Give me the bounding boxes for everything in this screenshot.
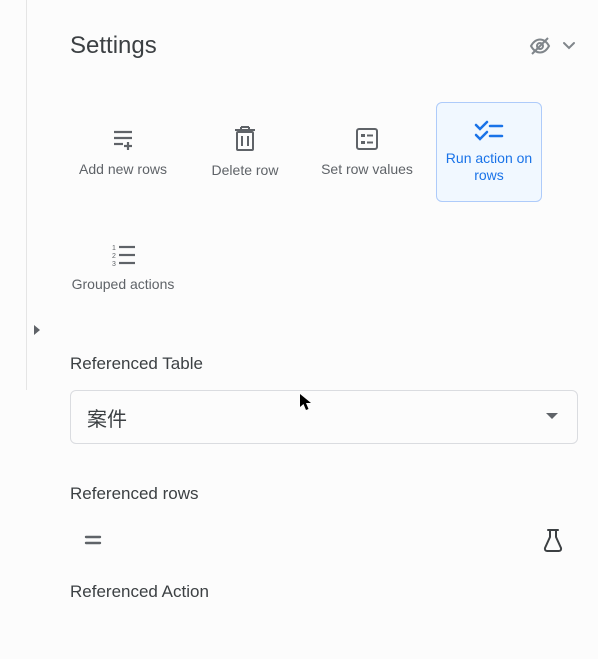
page-title: Settings: [70, 32, 157, 60]
tile-run-action-on-rows[interactable]: Run action on rows: [436, 102, 542, 202]
tile-grouped-actions[interactable]: 1 2 3 Grouped actions: [70, 218, 176, 318]
visibility-off-button[interactable]: [528, 34, 552, 58]
trash-icon: [232, 124, 258, 154]
form-icon: [353, 125, 381, 153]
svg-text:3: 3: [112, 261, 116, 268]
svg-text:2: 2: [112, 253, 116, 260]
action-type-tiles: Add new rows Delete row: [70, 102, 578, 318]
select-value: 案件: [87, 403, 127, 432]
svg-text:1: 1: [112, 245, 116, 252]
tile-label: Grouped actions: [72, 276, 175, 294]
tile-delete-row[interactable]: Delete row: [192, 102, 298, 202]
referenced-table-select[interactable]: 案件: [70, 390, 578, 444]
numbered-list-icon: 1 2 3: [109, 242, 137, 268]
referenced-rows-expression-row: [70, 520, 578, 582]
header-actions: [528, 34, 578, 58]
chevron-down-icon: [560, 37, 578, 55]
tile-label: Add new rows: [79, 161, 167, 179]
settings-panel: Settings: [50, 0, 598, 659]
label-referenced-table: Referenced Table: [70, 354, 578, 374]
tile-label: Set row values: [321, 161, 413, 179]
visibility-off-icon: [528, 34, 552, 58]
checklist-icon: [474, 120, 504, 142]
tile-label: Delete row: [212, 162, 279, 180]
add-rows-icon: [109, 125, 137, 153]
tile-add-new-rows[interactable]: Add new rows: [70, 102, 176, 202]
flask-icon: [542, 528, 564, 552]
tile-label: Run action on rows: [437, 150, 541, 185]
expand-panel-caret[interactable]: [33, 323, 43, 341]
panel-left-border: [26, 0, 27, 390]
test-expression-button[interactable]: [542, 528, 564, 552]
collapse-section-button[interactable]: [560, 37, 578, 55]
equals-icon: [84, 533, 102, 547]
caret-right-icon: [33, 324, 43, 336]
expression-equals-button[interactable]: [84, 533, 102, 547]
label-referenced-rows: Referenced rows: [70, 484, 578, 504]
tile-set-row-values[interactable]: Set row values: [314, 102, 420, 202]
label-referenced-action: Referenced Action: [70, 582, 578, 602]
dropdown-caret-icon: [545, 408, 559, 426]
settings-header: Settings: [70, 32, 578, 60]
